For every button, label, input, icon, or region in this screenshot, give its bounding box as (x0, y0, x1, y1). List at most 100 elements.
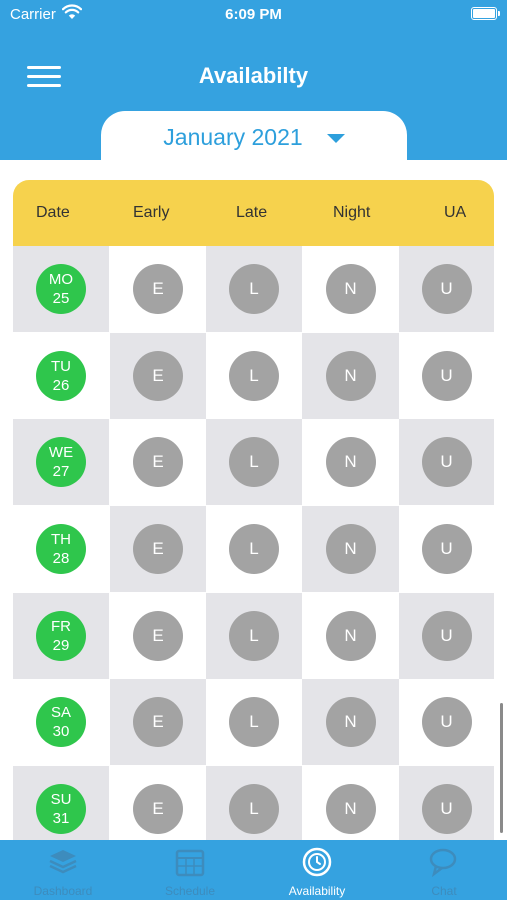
shift-button-late[interactable]: L (229, 350, 279, 401)
column-header-late: Late (236, 204, 268, 221)
shift-cell-night: N (302, 679, 399, 766)
tab-schedule[interactable]: Schedule (127, 840, 253, 900)
chat-icon (429, 848, 457, 878)
shift-button-ua[interactable]: U (421, 437, 472, 488)
shift-cell-ua: U (399, 332, 494, 419)
shift-button-night[interactable]: N (325, 610, 376, 661)
shift-cell-late: L (206, 592, 302, 679)
date-badge[interactable]: MO 25 (36, 264, 86, 314)
shift-button-early[interactable]: E (133, 264, 183, 314)
shift-button-ua[interactable]: U (421, 350, 472, 401)
shift-button-late[interactable]: L (229, 524, 279, 575)
column-header-night: Night (333, 204, 371, 221)
shift-cell-ua: U (399, 246, 494, 332)
tab-chat[interactable]: Chat (381, 840, 507, 900)
shift-cell-early: E (110, 766, 206, 840)
vertical-scrollbar[interactable] (500, 703, 503, 833)
shift-cell-early: E (110, 592, 206, 679)
day-label: FR (51, 617, 71, 635)
month-label: January 2021 (163, 123, 303, 150)
date-cell: TH 28 (13, 506, 109, 593)
tab-label-chat: Chat (431, 884, 457, 898)
day-label: TH (51, 531, 71, 549)
shift-cell-late: L (206, 332, 302, 419)
grid-header-row: Date Early Late Night UA (13, 180, 494, 246)
shift-button-late[interactable]: L (229, 697, 279, 748)
date-number: 30 (52, 723, 70, 741)
column-header-early: Early (133, 204, 170, 221)
shift-button-late[interactable]: L (229, 264, 279, 314)
day-label: SA (50, 704, 71, 722)
shift-button-early[interactable]: E (133, 350, 183, 401)
shift-cell-early: E (110, 506, 206, 593)
top-bar: Carrier 6:09 PM Availabilty January 2021 (0, 0, 507, 163)
shift-cell-night: N (302, 246, 399, 332)
shift-cell-late: L (206, 766, 302, 840)
shift-button-night[interactable]: N (325, 784, 376, 835)
date-badge[interactable]: FR 29 (36, 610, 86, 661)
shift-cell-night: N (302, 766, 399, 840)
tab-availability[interactable]: Availability (254, 840, 380, 900)
month-selector[interactable]: January 2021 (101, 111, 407, 163)
shift-button-night[interactable]: N (325, 524, 376, 575)
shift-button-night[interactable]: N (325, 350, 376, 401)
shift-button-early[interactable]: E (133, 524, 183, 575)
shift-cell-ua: U (399, 592, 494, 679)
bottom-tab-bar: Dashboard Schedule Availability Chat (0, 840, 507, 900)
shift-button-early[interactable]: E (133, 784, 183, 835)
date-badge[interactable]: WE 27 (36, 437, 86, 488)
date-number: 29 (52, 636, 70, 654)
shift-cell-late: L (206, 419, 302, 506)
availability-clock-icon (302, 847, 332, 877)
grid-rows: MO 25 E L N U TU 26 E L N U WE 27 E L N U TH 28 E L N U FR 29 E L N U… (13, 246, 494, 840)
day-label: SU (50, 791, 72, 809)
tab-dashboard[interactable]: Dashboard (0, 840, 126, 900)
date-cell: MO 25 (13, 246, 109, 332)
availability-grid: Date Early Late Night UA MO 25 E L N U TU 26 E L N… (13, 180, 494, 840)
column-header-ua: UA (444, 204, 467, 221)
shift-button-early[interactable]: E (133, 610, 183, 661)
availability-screen: Carrier 6:09 PM Availabilty January 2021… (0, 0, 507, 900)
date-badge[interactable]: TU 26 (36, 350, 86, 401)
dashboard-icon (49, 850, 77, 874)
day-label: MO (48, 271, 74, 288)
date-badge[interactable]: SU 31 (36, 784, 86, 835)
caret-down-icon (326, 133, 345, 143)
shift-button-early[interactable]: E (133, 437, 183, 488)
date-number: 26 (52, 376, 70, 394)
shift-button-late[interactable]: L (229, 610, 279, 661)
shift-button-early[interactable]: E (133, 697, 183, 748)
date-cell: TU 26 (13, 332, 109, 419)
shift-button-ua[interactable]: U (421, 610, 472, 661)
date-badge[interactable]: TH 28 (36, 524, 86, 575)
date-number: 27 (52, 463, 70, 481)
shift-button-ua[interactable]: U (421, 264, 472, 314)
table-row: FR 29 E L N U (13, 592, 494, 680)
tab-label-schedule: Schedule (164, 884, 216, 898)
shift-button-late[interactable]: L (229, 437, 279, 488)
table-row: SA 30 E L N U (13, 679, 494, 766)
tab-label-dashboard: Dashboard (33, 884, 93, 898)
shift-cell-early: E (110, 332, 206, 419)
column-header-date: Date (36, 204, 70, 221)
day-label: TU (51, 357, 71, 375)
shift-cell-ua: U (399, 419, 494, 506)
date-badge[interactable]: SA 30 (36, 697, 86, 748)
shift-button-night[interactable]: N (325, 264, 376, 314)
tab-label-availability: Availability (288, 884, 346, 898)
shift-button-ua[interactable]: U (421, 697, 472, 748)
calendar-icon (175, 849, 205, 877)
shift-cell-early: E (110, 246, 206, 332)
table-row: TU 26 E L N U (13, 332, 494, 420)
shift-cell-ua: U (399, 679, 494, 766)
shift-button-ua[interactable]: U (421, 524, 472, 575)
date-cell: SA 30 (13, 679, 109, 766)
shift-button-ua[interactable]: U (421, 784, 472, 835)
shift-button-night[interactable]: N (325, 697, 376, 748)
shift-button-late[interactable]: L (229, 784, 279, 835)
date-cell: WE 27 (13, 419, 109, 506)
shift-cell-night: N (302, 506, 399, 593)
battery-icon (471, 7, 500, 20)
date-number: 25 (52, 290, 70, 307)
shift-button-night[interactable]: N (325, 437, 376, 488)
